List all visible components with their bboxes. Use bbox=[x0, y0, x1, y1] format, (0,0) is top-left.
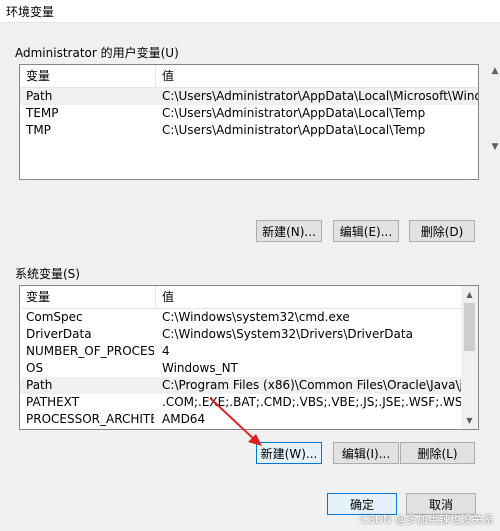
watermark: CSDN @多加点辣也没关系 bbox=[360, 513, 494, 526]
annotation-arrow bbox=[209, 397, 262, 446]
scroll-up-icon[interactable]: ▲ bbox=[490, 66, 500, 76]
scroll-down-icon[interactable]: ▼ bbox=[490, 142, 500, 152]
window-scrollbar[interactable]: ▲ ▼ bbox=[490, 62, 500, 502]
